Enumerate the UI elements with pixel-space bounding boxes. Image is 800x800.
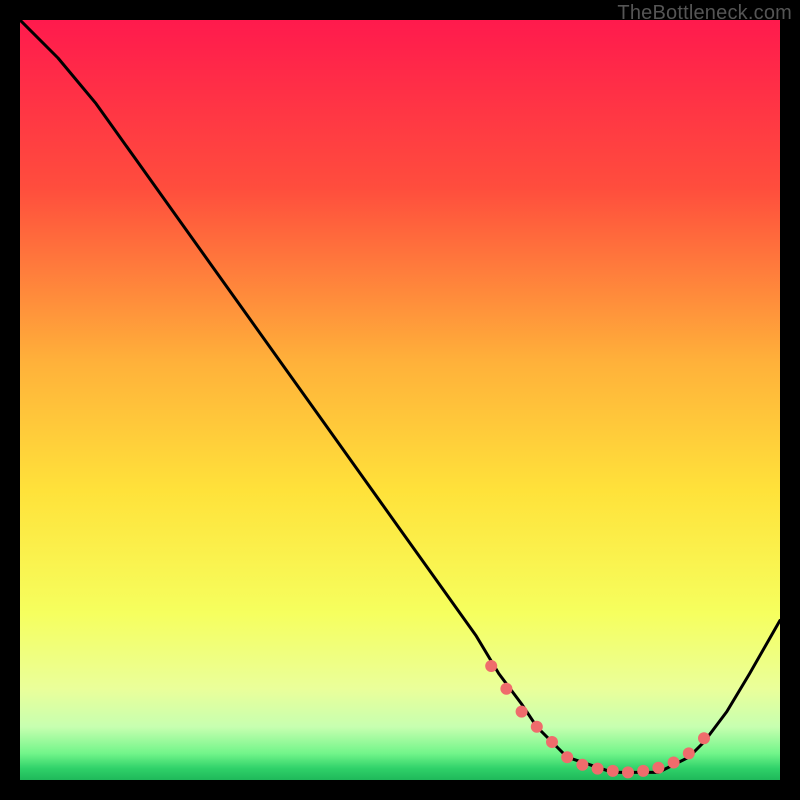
marker-dot bbox=[531, 721, 543, 733]
marker-dot bbox=[637, 765, 649, 777]
marker-dot bbox=[500, 683, 512, 695]
marker-dot bbox=[622, 766, 634, 778]
marker-dot bbox=[683, 747, 695, 759]
bottleneck-chart bbox=[20, 20, 780, 780]
marker-dot bbox=[668, 757, 680, 769]
marker-dot bbox=[546, 736, 558, 748]
marker-dot bbox=[516, 706, 528, 718]
marker-dot bbox=[485, 660, 497, 672]
chart-frame: TheBottleneck.com bbox=[0, 0, 800, 800]
marker-dot bbox=[561, 751, 573, 763]
marker-dot bbox=[576, 759, 588, 771]
marker-dot bbox=[592, 763, 604, 775]
marker-dot bbox=[652, 762, 664, 774]
gradient-background bbox=[20, 20, 780, 780]
marker-dot bbox=[607, 765, 619, 777]
marker-dot bbox=[698, 732, 710, 744]
